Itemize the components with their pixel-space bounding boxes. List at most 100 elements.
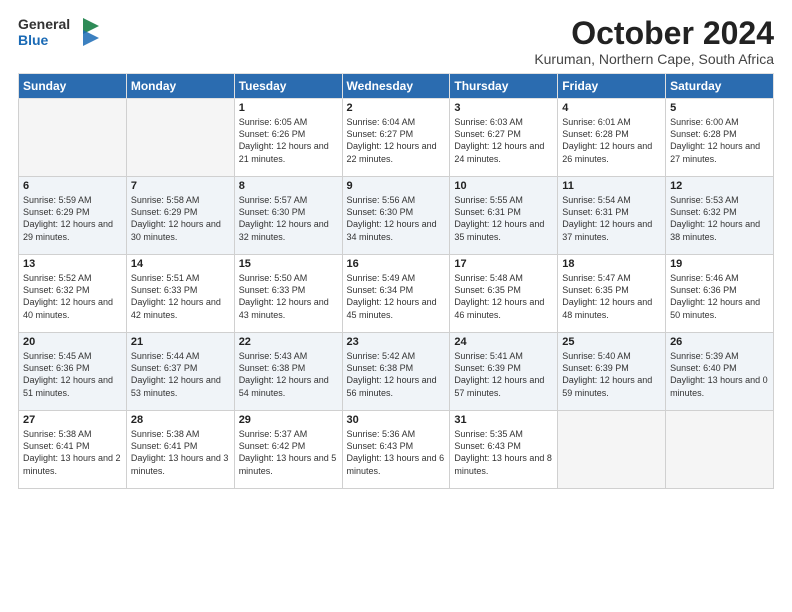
day-info: Sunrise: 5:56 AMSunset: 6:30 PMDaylight:… bbox=[347, 195, 437, 241]
day-number: 23 bbox=[347, 336, 446, 348]
table-row: 3 Sunrise: 6:03 AMSunset: 6:27 PMDaylight… bbox=[450, 99, 558, 177]
table-row: 24Sunrise: 5:41 AMSunset: 6:39 PMDayligh… bbox=[450, 333, 558, 411]
day-number: 19 bbox=[670, 258, 769, 270]
day-number: 4 bbox=[562, 102, 661, 114]
day-info: Sunrise: 6:03 AMSunset: 6:27 PMDaylight:… bbox=[454, 117, 544, 163]
table-row: 21Sunrise: 5:44 AMSunset: 6:37 PMDayligh… bbox=[126, 333, 234, 411]
table-row: 17 Sunrise: 5:48 AMSunset: 6:35 PMDayligh… bbox=[450, 255, 558, 333]
table-row: 19 Sunrise: 5:46 AMSunset: 6:36 PMDayligh… bbox=[666, 255, 774, 333]
day-info: Sunrise: 6:04 AMSunset: 6:27 PMDaylight:… bbox=[347, 117, 437, 163]
day-number: 20 bbox=[23, 336, 122, 348]
col-thursday: Thursday bbox=[450, 74, 558, 99]
table-row: 5 Sunrise: 6:00 AMSunset: 6:28 PMDaylight… bbox=[666, 99, 774, 177]
table-row: 25Sunrise: 5:40 AMSunset: 6:39 PMDayligh… bbox=[558, 333, 666, 411]
col-tuesday: Tuesday bbox=[234, 74, 342, 99]
day-info: Sunrise: 5:40 AMSunset: 6:39 PMDaylight:… bbox=[562, 351, 652, 397]
day-number: 13 bbox=[23, 258, 122, 270]
day-info: Sunrise: 5:35 AMSunset: 6:43 PMDaylight:… bbox=[454, 429, 552, 475]
day-info: Sunrise: 5:37 AMSunset: 6:42 PMDaylight:… bbox=[239, 429, 337, 475]
day-info: Sunrise: 5:50 AMSunset: 6:33 PMDaylight:… bbox=[239, 273, 329, 319]
table-row bbox=[558, 411, 666, 489]
day-info: Sunrise: 5:45 AMSunset: 6:36 PMDaylight:… bbox=[23, 351, 113, 397]
table-row: 23 Sunrise: 5:42 AMSunset: 6:38 PMDayligh… bbox=[342, 333, 450, 411]
logo-text: General Blue bbox=[18, 16, 70, 48]
day-number: 24 bbox=[454, 336, 553, 348]
day-number: 2 bbox=[347, 102, 446, 114]
day-number: 16 bbox=[347, 258, 446, 270]
day-info: Sunrise: 5:42 AMSunset: 6:38 PMDaylight:… bbox=[347, 351, 437, 397]
table-row: 20 Sunrise: 5:45 AMSunset: 6:36 PMDayligh… bbox=[19, 333, 127, 411]
calendar-header-row: Sunday Monday Tuesday Wednesday Thursday… bbox=[19, 74, 774, 99]
table-row: 14 Sunrise: 5:51 AMSunset: 6:33 PMDayligh… bbox=[126, 255, 234, 333]
logo: General Blue bbox=[18, 16, 103, 48]
day-info: Sunrise: 5:51 AMSunset: 6:33 PMDaylight:… bbox=[131, 273, 221, 319]
day-number: 14 bbox=[131, 258, 230, 270]
table-row: 11 Sunrise: 5:54 AMSunset: 6:31 PMDayligh… bbox=[558, 177, 666, 255]
day-info: Sunrise: 6:05 AMSunset: 6:26 PMDaylight:… bbox=[239, 117, 329, 163]
day-info: Sunrise: 5:54 AMSunset: 6:31 PMDaylight:… bbox=[562, 195, 652, 241]
page-header: General Blue October 2024 Kuruman, North… bbox=[18, 16, 774, 67]
table-row: 22 Sunrise: 5:43 AMSunset: 6:38 PMDayligh… bbox=[234, 333, 342, 411]
table-row: 26 Sunrise: 5:39 AMSunset: 6:40 PMDayligh… bbox=[666, 333, 774, 411]
day-info: Sunrise: 5:43 AMSunset: 6:38 PMDaylight:… bbox=[239, 351, 329, 397]
day-number: 3 bbox=[454, 102, 553, 114]
day-info: Sunrise: 5:52 AMSunset: 6:32 PMDaylight:… bbox=[23, 273, 113, 319]
table-row: 10 Sunrise: 5:55 AMSunset: 6:31 PMDayligh… bbox=[450, 177, 558, 255]
col-sunday: Sunday bbox=[19, 74, 127, 99]
table-row: 8Sunrise: 5:57 AMSunset: 6:30 PMDaylight… bbox=[234, 177, 342, 255]
day-info: Sunrise: 5:55 AMSunset: 6:31 PMDaylight:… bbox=[454, 195, 544, 241]
day-number: 15 bbox=[239, 258, 338, 270]
day-number: 27 bbox=[23, 414, 122, 426]
title-block: October 2024 Kuruman, Northern Cape, Sou… bbox=[534, 16, 774, 67]
table-row: 15 Sunrise: 5:50 AMSunset: 6:33 PMDayligh… bbox=[234, 255, 342, 333]
day-info: Sunrise: 5:47 AMSunset: 6:35 PMDaylight:… bbox=[562, 273, 652, 319]
logo: General Blue bbox=[18, 16, 103, 48]
table-row: 12 Sunrise: 5:53 AMSunset: 6:32 PMDayligh… bbox=[666, 177, 774, 255]
day-info: Sunrise: 5:58 AMSunset: 6:29 PMDaylight:… bbox=[131, 195, 221, 241]
table-row: 6Sunrise: 5:59 AMSunset: 6:29 PMDaylight… bbox=[19, 177, 127, 255]
day-number: 9 bbox=[347, 180, 446, 192]
table-row: 31 Sunrise: 5:35 AMSunset: 6:43 PMDayligh… bbox=[450, 411, 558, 489]
calendar-row: 27 Sunrise: 5:38 AMSunset: 6:41 PMDayligh… bbox=[19, 411, 774, 489]
table-row: 7 Sunrise: 5:58 AMSunset: 6:29 PMDaylight… bbox=[126, 177, 234, 255]
calendar-row: 20 Sunrise: 5:45 AMSunset: 6:36 PMDayligh… bbox=[19, 333, 774, 411]
day-info: Sunrise: 5:39 AMSunset: 6:40 PMDaylight:… bbox=[670, 351, 768, 397]
month-title: October 2024 bbox=[534, 16, 774, 51]
day-info: Sunrise: 5:46 AMSunset: 6:36 PMDaylight:… bbox=[670, 273, 760, 319]
day-info: Sunrise: 5:44 AMSunset: 6:37 PMDaylight:… bbox=[131, 351, 221, 397]
table-row bbox=[666, 411, 774, 489]
day-number: 5 bbox=[670, 102, 769, 114]
day-number: 18 bbox=[562, 258, 661, 270]
day-info: Sunrise: 5:53 AMSunset: 6:32 PMDaylight:… bbox=[670, 195, 760, 241]
table-row: 4 Sunrise: 6:01 AMSunset: 6:28 PMDaylight… bbox=[558, 99, 666, 177]
calendar-row: 13 Sunrise: 5:52 AMSunset: 6:32 PMDayligh… bbox=[19, 255, 774, 333]
day-number: 10 bbox=[454, 180, 553, 192]
col-friday: Friday bbox=[558, 74, 666, 99]
day-number: 30 bbox=[347, 414, 446, 426]
day-info: Sunrise: 6:00 AMSunset: 6:28 PMDaylight:… bbox=[670, 117, 760, 163]
day-number: 22 bbox=[239, 336, 338, 348]
calendar-row: 1Sunrise: 6:05 AMSunset: 6:26 PMDaylight… bbox=[19, 99, 774, 177]
day-number: 26 bbox=[670, 336, 769, 348]
table-row: 2 Sunrise: 6:04 AMSunset: 6:27 PMDaylight… bbox=[342, 99, 450, 177]
table-row: 27 Sunrise: 5:38 AMSunset: 6:41 PMDayligh… bbox=[19, 411, 127, 489]
day-number: 12 bbox=[670, 180, 769, 192]
day-info: Sunrise: 5:49 AMSunset: 6:34 PMDaylight:… bbox=[347, 273, 437, 319]
table-row: 16 Sunrise: 5:49 AMSunset: 6:34 PMDayligh… bbox=[342, 255, 450, 333]
day-info: Sunrise: 5:36 AMSunset: 6:43 PMDaylight:… bbox=[347, 429, 445, 475]
day-number: 7 bbox=[131, 180, 230, 192]
table-row: 18 Sunrise: 5:47 AMSunset: 6:35 PMDayligh… bbox=[558, 255, 666, 333]
day-number: 31 bbox=[454, 414, 553, 426]
day-info: Sunrise: 5:38 AMSunset: 6:41 PMDaylight:… bbox=[23, 429, 121, 475]
day-number: 28 bbox=[131, 414, 230, 426]
table-row: 29Sunrise: 5:37 AMSunset: 6:42 PMDayligh… bbox=[234, 411, 342, 489]
day-number: 11 bbox=[562, 180, 661, 192]
day-info: Sunrise: 5:48 AMSunset: 6:35 PMDaylight:… bbox=[454, 273, 544, 319]
day-info: Sunrise: 5:38 AMSunset: 6:41 PMDaylight:… bbox=[131, 429, 229, 475]
table-row: 9 Sunrise: 5:56 AMSunset: 6:30 PMDaylight… bbox=[342, 177, 450, 255]
col-wednesday: Wednesday bbox=[342, 74, 450, 99]
day-number: 17 bbox=[454, 258, 553, 270]
table-row: 1Sunrise: 6:05 AMSunset: 6:26 PMDaylight… bbox=[234, 99, 342, 177]
day-info: Sunrise: 6:01 AMSunset: 6:28 PMDaylight:… bbox=[562, 117, 652, 163]
col-saturday: Saturday bbox=[666, 74, 774, 99]
